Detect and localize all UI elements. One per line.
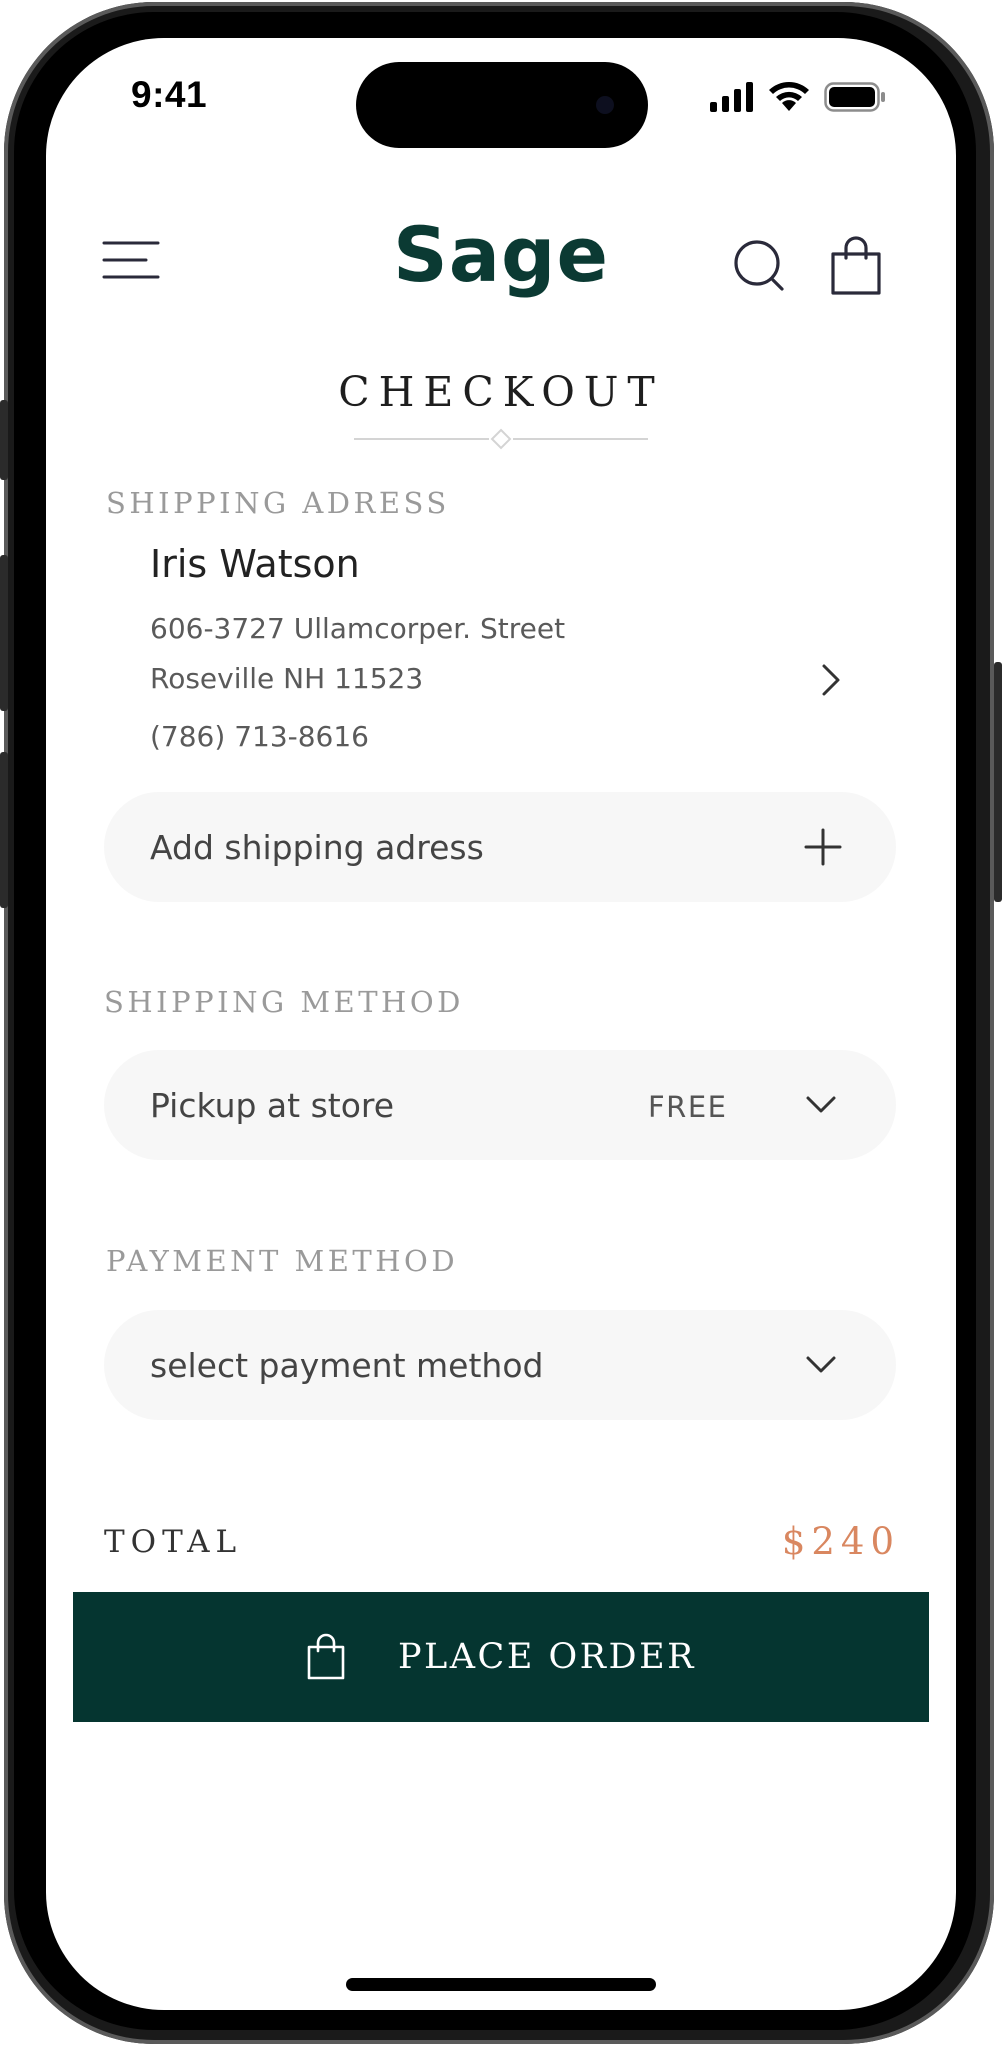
payment-method-placeholder: select payment method (150, 1346, 544, 1385)
status-icons (710, 82, 886, 112)
chevron-down-icon (806, 1096, 836, 1113)
home-indicator[interactable] (346, 1978, 656, 1991)
place-order-button[interactable]: PLACE ORDER (73, 1592, 929, 1722)
total-value: $240 (781, 1520, 900, 1563)
page-title: CHECKOUT (338, 368, 664, 416)
action-button (0, 400, 8, 480)
volume-down-button (0, 752, 8, 908)
add-shipping-address-button[interactable]: Add shipping adress (104, 792, 896, 902)
plus-icon (804, 828, 842, 866)
dynamic-island (356, 62, 648, 148)
address-city: Roseville NH 11523 (150, 662, 424, 695)
address-name: Iris Watson (150, 542, 360, 586)
shipping-address-label: SHIPPING ADRESS (106, 486, 450, 520)
shipping-method-price: FREE (648, 1090, 728, 1124)
add-shipping-address-label: Add shipping adress (150, 828, 484, 867)
power-button (994, 662, 1002, 902)
volume-up-button (0, 555, 8, 711)
total-label: TOTAL (104, 1524, 243, 1560)
search-icon[interactable] (732, 238, 788, 294)
shipping-method-value: Pickup at store (150, 1086, 395, 1125)
status-time: 9:41 (131, 74, 208, 115)
top-navigation: Sage (46, 178, 956, 299)
title-divider (354, 428, 648, 450)
payment-method-label: PAYMENT METHOD (106, 1244, 459, 1278)
payment-method-select[interactable]: select payment method (104, 1310, 896, 1420)
chevron-right-icon[interactable] (816, 660, 846, 700)
battery-icon (824, 82, 885, 112)
brand-logo[interactable]: Sage (46, 210, 956, 299)
shopping-bag-icon (307, 1633, 345, 1680)
screen: 9:41 Sage CHECKOUT SHIPPING ADRESS Iris … (46, 38, 956, 2010)
shipping-method-select[interactable]: Pickup at store FREE (104, 1050, 896, 1160)
shopping-bag-icon[interactable] (830, 236, 882, 296)
front-camera-icon (596, 96, 614, 114)
shipping-method-label: SHIPPING METHOD (104, 985, 464, 1019)
wifi-icon (769, 82, 809, 111)
address-street: 606-3727 Ullamcorper. Street (150, 612, 566, 645)
place-order-label: PLACE ORDER (397, 1637, 697, 1677)
address-phone: (786) 713-8616 (150, 720, 369, 753)
chevron-down-icon (806, 1356, 836, 1373)
cellular-signal-icon (710, 82, 753, 112)
